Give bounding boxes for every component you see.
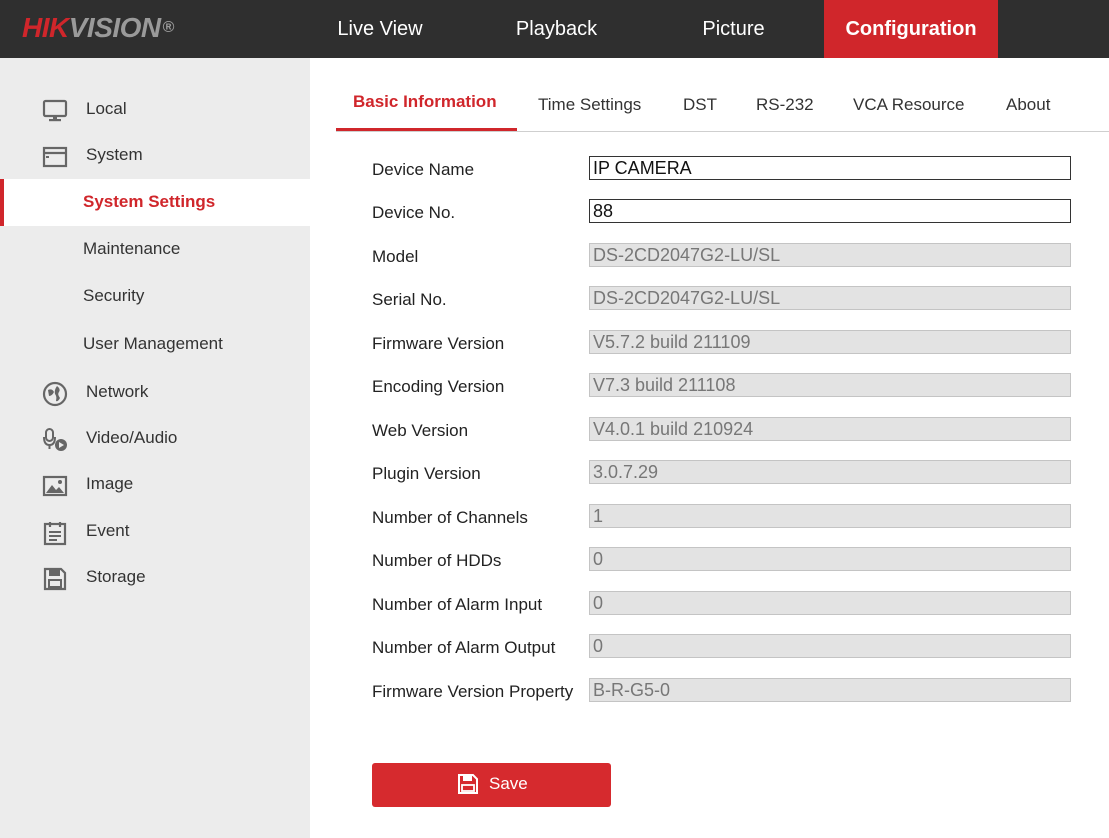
tab-rs-232[interactable]: RS-232 (756, 95, 814, 115)
field-label: Device Name (372, 160, 475, 179)
field-label: Number of Alarm Output (372, 638, 556, 657)
model-field: DS-2CD2047G2-LU/SL (589, 243, 1071, 267)
system-window-icon (42, 144, 68, 170)
sidebar-item-label: Video/Audio (86, 428, 178, 447)
microphone-camera-icon (42, 427, 68, 453)
number-of-channels-field: 1 (589, 504, 1071, 528)
globe-icon (42, 381, 68, 407)
sidebar-subitem-label: Maintenance (83, 239, 181, 258)
firmware-version-field: V5.7.2 build 211109 (589, 330, 1071, 354)
field-label: Number of Alarm Input (372, 595, 543, 614)
field-label: Device No. (372, 203, 456, 222)
number-of-alarm-input-field: 0 (589, 591, 1071, 615)
tab-vca-resource[interactable]: VCA Resource (853, 95, 965, 115)
calendar-icon (42, 520, 68, 546)
number-of-hdds-field: 0 (589, 547, 1071, 571)
device-no-input[interactable]: 88 (589, 199, 1071, 223)
sidebar-item-storage[interactable]: Storage (0, 555, 310, 601)
logo-registered-mark: ® (162, 19, 175, 36)
serial-no-field: DS-2CD2047G2-LU/SL (589, 286, 1071, 310)
field-label: Encoding Version (372, 377, 505, 396)
tab-time-settings[interactable]: Time Settings (538, 95, 641, 115)
disk-icon (42, 566, 68, 592)
firmware-version-property-field: B-R-G5-0 (589, 678, 1071, 702)
sidebar-item-local[interactable]: Local (0, 87, 310, 133)
sidebar: Local System System Settings Maintenance… (0, 58, 310, 838)
sidebar-item-label: Image (86, 474, 134, 493)
web-version-field: V4.0.1 build 210924 (589, 417, 1071, 441)
field-label: Number of HDDs (372, 551, 502, 570)
tab-basic-information[interactable]: Basic Information (353, 92, 497, 112)
sidebar-item-system[interactable]: System (0, 133, 310, 179)
sidebar-item-video-audio[interactable]: Video/Audio (0, 416, 310, 462)
sidebar-subitem-system-settings[interactable]: System Settings (0, 179, 310, 226)
save-button-label: Save (489, 774, 528, 793)
plugin-version-field: 3.0.7.29 (589, 460, 1071, 484)
sidebar-item-label: Event (86, 521, 130, 540)
sidebar-subitem-security[interactable]: Security (0, 273, 310, 320)
nav-live-view[interactable]: Live View (292, 0, 468, 58)
sidebar-item-label: Network (86, 382, 149, 401)
active-tab-underline (336, 128, 517, 131)
encoding-version-field: V7.3 build 211108 (589, 373, 1071, 397)
field-label: Web Version (372, 421, 469, 440)
device-name-input[interactable]: IP CAMERA (589, 156, 1071, 180)
nav-picture[interactable]: Picture (645, 0, 822, 58)
sidebar-item-image[interactable]: Image (0, 462, 310, 508)
field-label: Number of Channels (372, 508, 528, 527)
top-navigation-bar: HIKVISION ® Live View Playback Picture Co… (0, 0, 1109, 58)
save-disk-icon (457, 773, 479, 795)
sidebar-subitem-label: Security (83, 286, 145, 305)
sidebar-subitem-label: System Settings (83, 192, 216, 211)
sidebar-item-label: System (86, 145, 143, 164)
image-icon (42, 473, 68, 499)
logo-text-red: HIK (22, 12, 69, 43)
tab-dst[interactable]: DST (683, 95, 717, 115)
sidebar-subitem-label: User Management (83, 334, 223, 353)
sidebar-item-event[interactable]: Event (0, 509, 310, 555)
sidebar-item-label: Storage (86, 567, 146, 586)
save-button[interactable]: Save (372, 763, 611, 807)
sidebar-subitem-maintenance[interactable]: Maintenance (0, 226, 310, 273)
sidebar-item-label: Local (86, 99, 127, 118)
settings-tabs: Basic Information Time Settings DST RS-2… (336, 58, 1109, 132)
field-label: Firmware Version (372, 334, 505, 353)
nav-playback[interactable]: Playback (468, 0, 645, 58)
field-label: Serial No. (372, 290, 447, 309)
field-label: Firmware Version Property (372, 682, 574, 701)
nav-configuration[interactable]: Configuration (824, 0, 998, 58)
sidebar-subitem-user-management[interactable]: User Management (0, 321, 310, 368)
hikvision-logo: HIKVISION ® (22, 12, 174, 44)
logo-text-grey: VISION (68, 12, 161, 43)
field-label: Plugin Version (372, 464, 481, 483)
sidebar-item-network[interactable]: Network (0, 370, 310, 416)
monitor-icon (42, 98, 68, 124)
number-of-alarm-output-field: 0 (589, 634, 1071, 658)
tab-about[interactable]: About (1006, 95, 1050, 115)
field-label: Model (372, 247, 419, 266)
